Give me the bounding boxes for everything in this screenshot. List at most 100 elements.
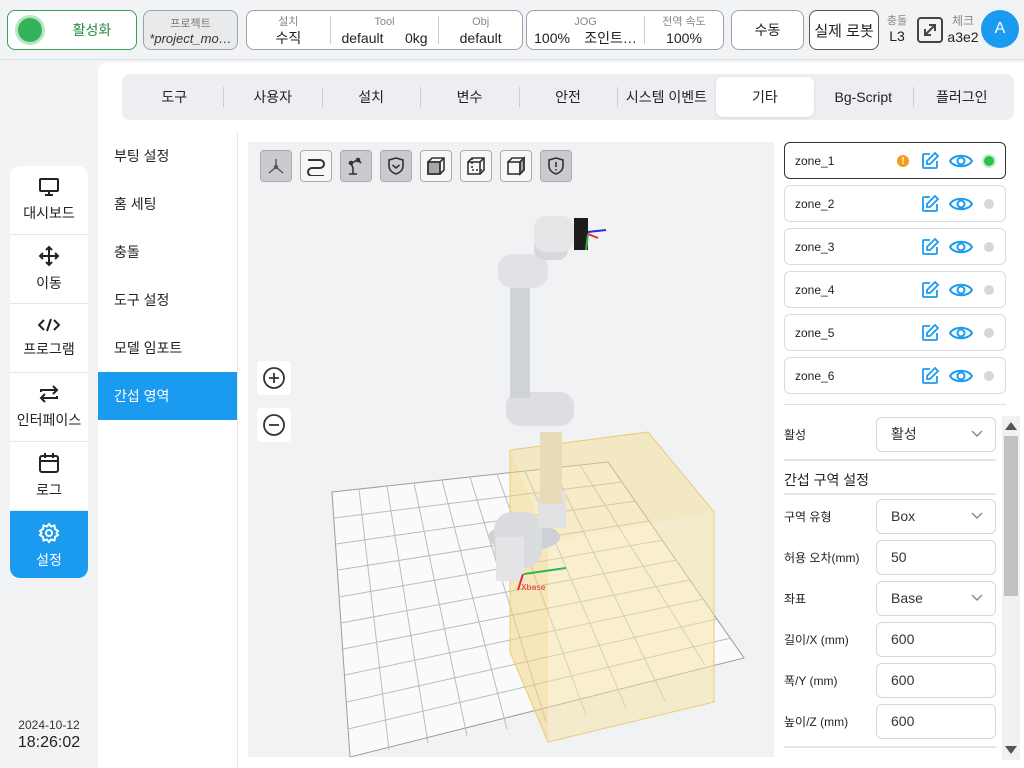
- scene[interactable]: Xbase: [248, 142, 774, 757]
- width-label: 폭/Y (mm): [784, 673, 838, 688]
- edit-icon[interactable]: [920, 280, 940, 300]
- cube-front-icon[interactable]: [420, 150, 452, 182]
- code-icon: [38, 318, 60, 332]
- nav-item-dashboard[interactable]: 대시보드: [10, 166, 88, 235]
- scrollbar-thumb[interactable]: [1004, 436, 1018, 596]
- tolerance-input[interactable]: 50: [876, 539, 996, 575]
- collision-value: L3: [889, 28, 905, 44]
- edit-icon[interactable]: [920, 237, 940, 257]
- cube-side-icon[interactable]: [500, 150, 532, 182]
- edit-icon[interactable]: [920, 194, 940, 214]
- jog-cell: JOG 100% 조인트…: [527, 16, 645, 46]
- speed-caption: 전역 속도: [662, 16, 706, 28]
- fullscreen-icon[interactable]: [916, 16, 944, 44]
- zone-type-select[interactable]: Box: [876, 498, 996, 534]
- tab-others[interactable]: 기타: [715, 77, 815, 117]
- height-input[interactable]: 600: [876, 703, 996, 739]
- sub-item-boot-settings[interactable]: 부팅 설정: [98, 132, 237, 180]
- list-item-zone-6[interactable]: zone_6: [784, 357, 1006, 394]
- top-bar: 활성화 프로젝트 *project_mo… 설치 수직 Tool default…: [0, 0, 1024, 60]
- check-value: a3e2: [947, 29, 979, 45]
- nav-item-program[interactable]: 프로그램: [10, 304, 88, 373]
- eye-icon[interactable]: [949, 195, 973, 213]
- jog-speed-panel[interactable]: JOG 100% 조인트… 전역 속도 100%: [526, 10, 724, 50]
- warning-icon: !: [897, 155, 909, 167]
- scroll-down-icon[interactable]: [1005, 746, 1017, 754]
- list-item-zone-2[interactable]: zone_2: [784, 185, 1006, 222]
- system-clock: 2024-10-12 18:26:02: [0, 718, 98, 752]
- zone-status-dot: [984, 199, 994, 209]
- monitor-icon: [39, 178, 59, 196]
- shield-alert-icon[interactable]: [540, 150, 572, 182]
- zone-status-dot: [984, 371, 994, 381]
- activate-button[interactable]: 활성화: [7, 10, 137, 50]
- tab-user[interactable]: 사용자: [223, 77, 321, 117]
- active-select-value: 활성: [891, 426, 917, 442]
- zoom-in-icon: [263, 367, 285, 389]
- base-axis-label: Xbase: [521, 583, 546, 592]
- tab-system-events[interactable]: 시스템 이벤트: [617, 77, 715, 117]
- avatar[interactable]: A: [981, 10, 1019, 48]
- sub-item-home-settings[interactable]: 홈 세팅: [98, 180, 237, 228]
- tab-tool[interactable]: 도구: [125, 77, 223, 117]
- eye-icon[interactable]: [949, 281, 973, 299]
- eye-icon[interactable]: [949, 152, 973, 170]
- zone-name: zone_5: [795, 325, 835, 340]
- zoom-in-button[interactable]: [257, 361, 291, 395]
- eye-icon[interactable]: [949, 324, 973, 342]
- install-caption: 설치: [278, 16, 299, 28]
- obj-value: default: [459, 30, 502, 46]
- tab-install[interactable]: 설치: [321, 77, 420, 117]
- edit-icon[interactable]: [920, 366, 940, 386]
- coord-select[interactable]: Base: [876, 580, 996, 616]
- nav-item-log[interactable]: 로그: [10, 442, 88, 511]
- sub-item-interference-zone[interactable]: 간섭 영역: [98, 372, 237, 420]
- tab-plugins[interactable]: 플러그인: [912, 77, 1011, 117]
- eye-icon[interactable]: [949, 238, 973, 256]
- swap-icon: [39, 385, 59, 403]
- collision-level[interactable]: 충돌 L3: [883, 12, 911, 44]
- zoom-out-button[interactable]: [257, 408, 291, 442]
- tab-bg-script[interactable]: Bg-Script: [814, 77, 912, 117]
- eye-icon[interactable]: [949, 367, 973, 385]
- edit-icon[interactable]: [920, 151, 940, 171]
- activate-label: 활성화: [72, 22, 112, 38]
- tab-variables[interactable]: 변수: [420, 77, 518, 117]
- 3d-viewport[interactable]: Xbase: [248, 142, 774, 757]
- height-label: 높이/Z (mm): [784, 714, 849, 729]
- divider: [784, 459, 996, 461]
- active-select[interactable]: 활성: [876, 416, 996, 452]
- path-icon[interactable]: [300, 150, 332, 182]
- manual-mode-button[interactable]: 수동: [731, 10, 804, 50]
- gear-icon: [38, 521, 60, 544]
- tab-safety[interactable]: 안전: [518, 77, 617, 117]
- sub-item-model-import[interactable]: 모델 임포트: [98, 324, 237, 372]
- collision-caption: 충돌: [886, 15, 908, 27]
- sub-item-tool-settings[interactable]: 도구 설정: [98, 276, 237, 324]
- list-item-zone-3[interactable]: zone_3: [784, 228, 1006, 265]
- list-item-zone-4[interactable]: zone_4: [784, 271, 1006, 308]
- nav-item-interface[interactable]: 인터페이스: [10, 373, 88, 442]
- length-input[interactable]: 600: [876, 621, 996, 657]
- view-axis-icon[interactable]: [260, 150, 292, 182]
- install-value: 수직: [275, 30, 302, 46]
- shield-icon[interactable]: [380, 150, 412, 182]
- tolerance-row: 허용 오차(mm) 50: [784, 539, 1006, 575]
- cube-iso-icon[interactable]: [460, 150, 492, 182]
- form-scrollbar[interactable]: [1002, 416, 1020, 760]
- divider: [784, 404, 1006, 405]
- list-item-zone-1[interactable]: zone_1 !: [784, 142, 1006, 179]
- robot-icon[interactable]: [340, 150, 372, 182]
- nav-item-move[interactable]: 이동: [10, 235, 88, 304]
- scroll-up-icon[interactable]: [1005, 422, 1017, 430]
- zone-status-dot: [984, 242, 994, 252]
- nav-item-settings[interactable]: 설정: [10, 511, 88, 578]
- sub-item-collision[interactable]: 충돌: [98, 228, 237, 276]
- project-button[interactable]: 프로젝트 *project_mo…: [143, 10, 238, 50]
- list-item-zone-5[interactable]: zone_5: [784, 314, 1006, 351]
- install-info-panel[interactable]: 설치 수직 Tool default 0kg Obj default: [246, 10, 523, 50]
- real-robot-button[interactable]: 실제 로봇: [809, 10, 879, 50]
- width-input[interactable]: 600: [876, 662, 996, 698]
- length-label: 길이/X (mm): [784, 632, 849, 647]
- edit-icon[interactable]: [920, 323, 940, 343]
